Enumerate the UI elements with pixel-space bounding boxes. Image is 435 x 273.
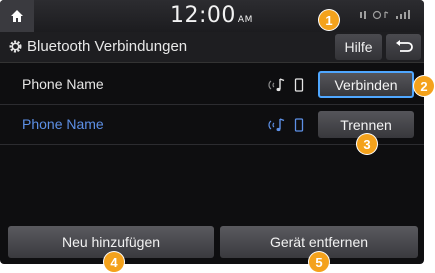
clock-time: 12:00 — [170, 3, 236, 28]
clock-ampm: AM — [237, 15, 253, 25]
bluetooth-audio-status-icon — [360, 10, 410, 20]
back-button[interactable] — [386, 34, 421, 60]
device-name: Phone Name — [22, 76, 104, 92]
phone-icon — [294, 78, 304, 92]
phone-icon — [294, 118, 304, 132]
connect-button[interactable]: Verbinden — [318, 71, 414, 98]
audio-streaming-icon — [268, 118, 285, 132]
clock: 12:00 AM — [170, 3, 253, 28]
head-unit-screen: 12:00 AM Bluetooth Verbindungen Hilfe Ph… — [0, 0, 424, 264]
home-icon — [11, 10, 23, 22]
callout-badge-4: 4 — [104, 252, 124, 272]
status-icons — [360, 10, 418, 22]
home-button[interactable] — [0, 0, 34, 32]
callout-badge-2: 2 — [414, 76, 434, 96]
audio-streaming-icon — [268, 78, 285, 92]
page-title: Bluetooth Verbindungen — [27, 38, 188, 55]
device-name: Phone Name — [22, 116, 104, 132]
gear-icon — [9, 40, 22, 53]
back-arrow-icon — [395, 40, 413, 52]
status-bar: 12:00 AM — [0, 0, 424, 32]
device-status-icons — [268, 77, 304, 93]
callout-badge-3: 3 — [357, 134, 377, 154]
callout-badge-1: 1 — [319, 10, 339, 30]
callout-badge-5: 5 — [309, 252, 329, 272]
help-button[interactable]: Hilfe — [335, 34, 382, 60]
device-status-icons — [268, 117, 304, 133]
